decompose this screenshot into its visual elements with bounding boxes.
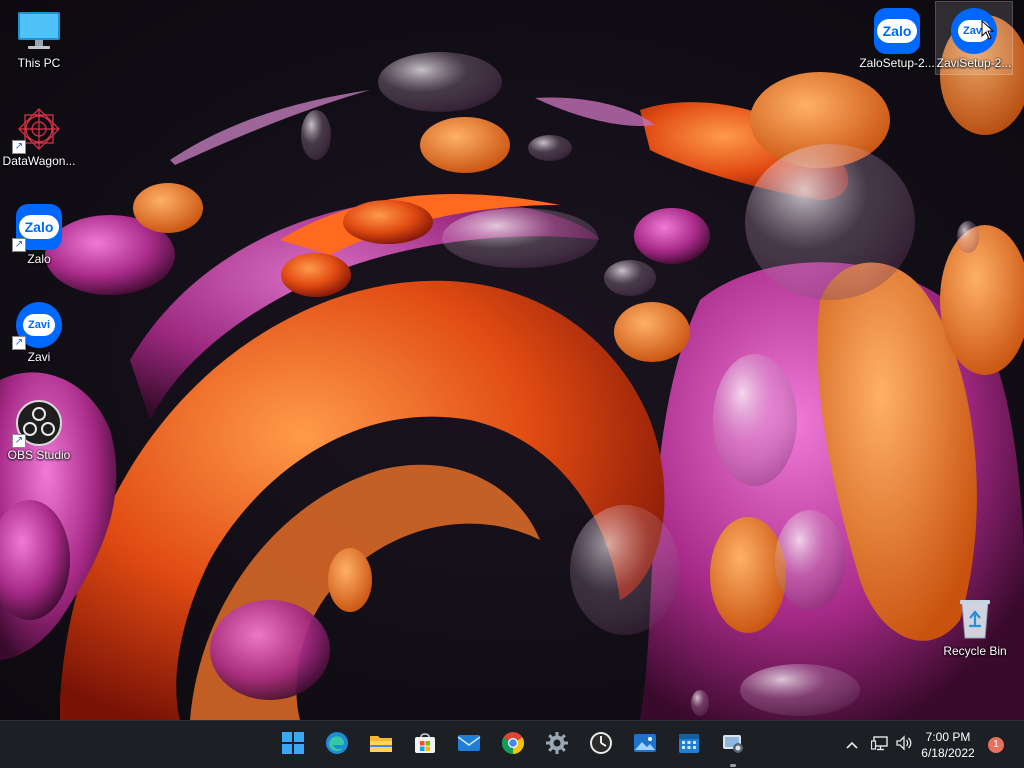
desktop-icon-datawagon[interactable]: ↗ DataWagon... [1,100,77,172]
taskbar-app-file-explorer[interactable] [365,729,397,761]
photos-icon [633,732,657,759]
taskbar-app-clock[interactable] [585,729,617,761]
desktop-icon-label: ZaloSetup-2... [859,56,935,70]
zavi-icon: Zavi ↗ [12,302,62,350]
taskbar-app-photos[interactable] [629,729,661,761]
running-indicator [730,764,736,767]
desktop-icon-zalo[interactable]: Zalo ↗ Zalo [1,198,77,270]
taskbar-app-edge[interactable] [321,729,353,761]
start-button[interactable] [277,729,309,761]
mail-icon [457,733,481,758]
zalo-logo-text: Zalo [18,215,60,239]
taskbar-app-calendar[interactable] [673,729,705,761]
zavi-logo-text: Zavi [22,314,55,336]
taskbar-app-chrome[interactable] [497,729,529,761]
zalo-logo-text: Zalo [876,19,918,43]
obs-icon: ↗ [12,400,62,448]
desktop-icon-label: OBS Studio [7,448,71,462]
taskbar-app-mail[interactable] [453,729,485,761]
desktop-icon-label: This PC [17,56,61,70]
notification-count-badge[interactable]: 1 [988,737,1004,753]
desktop-icon-this-pc[interactable]: This PC [1,2,77,74]
datawagon-icon: ↗ [12,106,62,154]
volume-button[interactable] [893,733,915,755]
desktop-icon-zavi-setup[interactable]: Zavi ZaviSetup-2... [935,1,1013,75]
shortcut-arrow-icon: ↗ [12,140,26,154]
store-icon [413,731,437,760]
recycle-bin-icon [952,596,998,642]
shortcut-arrow-icon: ↗ [12,434,26,448]
zalo-icon: Zalo ↗ [12,204,62,252]
shortcut-arrow-icon: ↗ [12,336,26,350]
windows-start-icon [282,731,304,759]
clock-date: 6/18/2022 [921,746,975,760]
taskbar-clock[interactable]: 7:00 PM 6/18/2022 [918,729,978,761]
desktop-icon-recycle-bin[interactable]: Recycle Bin [937,590,1013,662]
chrome-icon [501,731,525,760]
clock-time: 7:00 PM [925,730,971,744]
desktop-icon-zalo-setup[interactable]: Zalo ZaloSetup-2... [859,2,935,74]
desktop-icon-label: DataWagon... [2,154,76,168]
calendar-icon [677,731,701,760]
monitor-icon [16,8,62,54]
volume-icon [895,734,913,754]
zalo-setup-icon: Zalo [874,8,920,54]
desktop-icon-label: ZaviSetup-2... [936,56,1012,70]
desktop-icon-obs-studio[interactable]: ↗ OBS Studio [1,394,77,466]
desktop-icon-label: Recycle Bin [943,644,1007,658]
network-status-button[interactable] [869,733,891,755]
desktop-icon-label: Zavi [27,350,51,364]
shortcut-arrow-icon: ↗ [12,238,26,252]
edge-icon [325,731,349,760]
snipping-icon [721,731,745,760]
mouse-cursor-icon [981,19,995,45]
desktop-wallpaper [0,0,1024,720]
taskbar-app-settings[interactable] [541,729,573,761]
show-hidden-icons-button[interactable] [841,733,863,755]
taskbar: 7:00 PM 6/18/2022 1 [0,720,1024,768]
taskbar-app-snipping[interactable] [717,729,749,767]
network-icon [870,735,889,754]
desktop-icon-label: Zalo [27,252,51,266]
desktop-icon-zavi[interactable]: Zavi ↗ Zavi [1,296,77,368]
clock-icon [589,731,613,760]
chevron-up-icon [846,736,858,752]
taskbar-app-store[interactable] [409,729,441,761]
gear-icon [545,731,569,760]
file-explorer-icon [369,732,393,759]
